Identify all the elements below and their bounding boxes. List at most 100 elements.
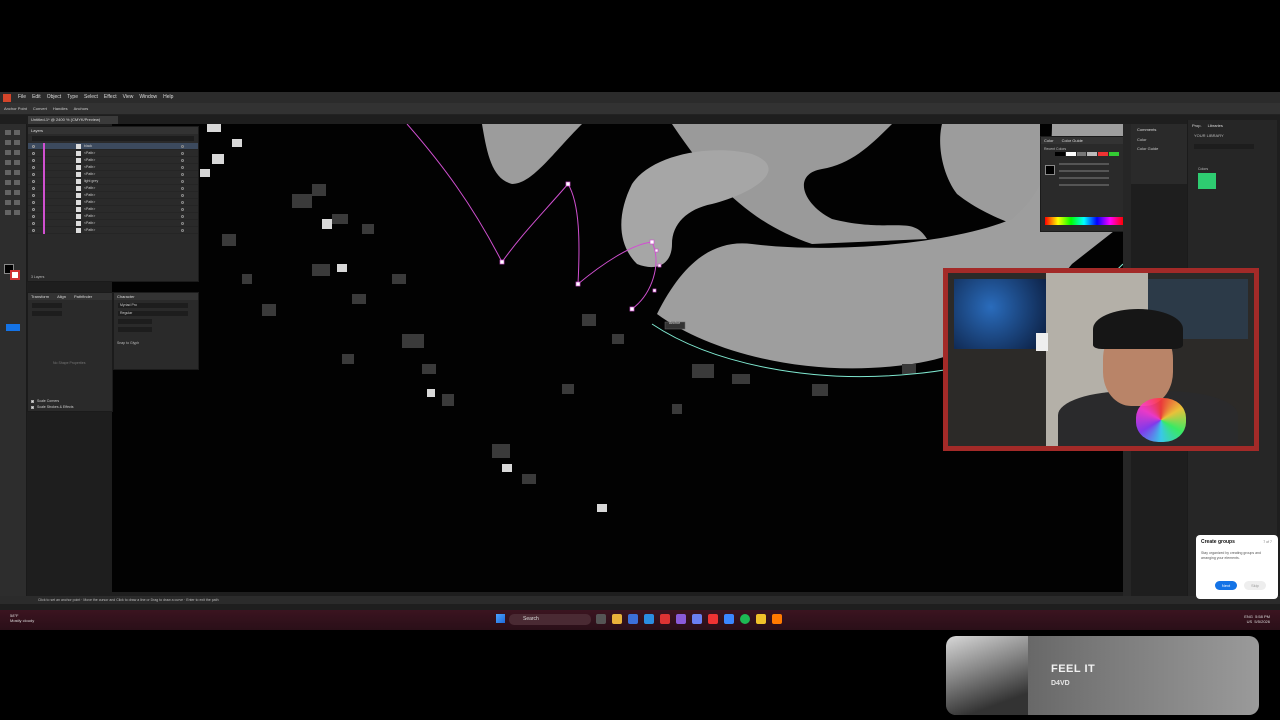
spotify-icon[interactable] — [740, 614, 750, 624]
menu-effect[interactable]: Effect — [101, 92, 120, 103]
layer-row[interactable]: <Path> — [28, 164, 198, 171]
font-style-field[interactable]: Regular — [118, 311, 188, 316]
next-button[interactable]: Next — [1215, 581, 1237, 590]
menu-edit[interactable]: Edit — [29, 92, 44, 103]
zoom-tool-icon[interactable] — [14, 210, 20, 215]
layer-row[interactable]: <Path> — [28, 192, 198, 199]
visibility-eye-icon[interactable] — [32, 229, 35, 232]
visibility-eye-icon[interactable] — [32, 201, 35, 204]
hand-tool-icon[interactable] — [5, 210, 11, 215]
shape-builder-tool-icon[interactable] — [14, 190, 20, 195]
m-slider[interactable] — [1059, 170, 1109, 172]
windows-start-icon[interactable] — [496, 614, 505, 623]
visibility-eye-icon[interactable] — [32, 145, 35, 148]
visibility-eye-icon[interactable] — [32, 222, 35, 225]
layer-row[interactable]: <Path> — [28, 150, 198, 157]
library-search-input[interactable] — [1194, 144, 1254, 149]
menu-file[interactable]: File — [15, 92, 29, 103]
tab-libraries[interactable]: Libraries — [1208, 123, 1223, 128]
screen-mode-icon[interactable] — [6, 324, 20, 331]
visibility-eye-icon[interactable] — [32, 208, 35, 211]
target-icon[interactable] — [181, 166, 184, 169]
library-color-swatch[interactable] — [1198, 173, 1216, 189]
edge-icon[interactable] — [644, 614, 654, 624]
target-icon[interactable] — [181, 159, 184, 162]
file-explorer-icon[interactable] — [612, 614, 622, 624]
layer-row[interactable]: <Path> — [28, 206, 198, 213]
color-fill-swatch[interactable] — [1045, 165, 1055, 175]
target-icon[interactable] — [181, 187, 184, 190]
layers-search-input[interactable] — [32, 136, 194, 141]
y-slider[interactable] — [1059, 177, 1109, 179]
taskbar-search[interactable]: Search — [509, 614, 591, 625]
direct-selection-tool-icon[interactable] — [14, 130, 20, 135]
stroke-swatch[interactable] — [10, 270, 20, 280]
font-size-field[interactable] — [118, 319, 152, 324]
layer-row[interactable]: light grey — [28, 178, 198, 185]
layer-row[interactable]: <Path> — [28, 227, 198, 234]
visibility-eye-icon[interactable] — [32, 173, 35, 176]
tracking-field[interactable] — [118, 327, 152, 332]
menu-help[interactable]: Help — [160, 92, 176, 103]
c-slider[interactable] — [1059, 163, 1109, 165]
menu-select[interactable]: Select — [81, 92, 101, 103]
target-icon[interactable] — [181, 222, 184, 225]
visibility-eye-icon[interactable] — [32, 187, 35, 190]
layer-row[interactable]: <Path> — [28, 213, 198, 220]
menu-view[interactable]: View — [120, 92, 137, 103]
document-tab[interactable]: Untitled-1* @ 2400 % (CMYK/Preview) — [28, 116, 118, 124]
tab-properties[interactable]: Prop. — [1192, 123, 1202, 128]
visibility-eye-icon[interactable] — [32, 166, 35, 169]
layer-row[interactable]: black — [28, 143, 198, 150]
target-icon[interactable] — [181, 229, 184, 232]
rectangle-tool-icon[interactable] — [5, 160, 11, 165]
chrome-icon[interactable] — [756, 614, 766, 624]
tab-color[interactable]: Color — [1044, 137, 1054, 144]
width-tool-icon[interactable] — [5, 190, 11, 195]
pen-tool-icon[interactable] — [5, 140, 11, 145]
menu-type[interactable]: Type — [64, 92, 81, 103]
x-field[interactable] — [32, 303, 62, 308]
scale-tool-icon[interactable] — [14, 180, 20, 185]
pencil-tool-icon[interactable] — [5, 170, 11, 175]
clock[interactable]: ENG 5:58 PM US 5/5/2026 — [1244, 614, 1270, 624]
opera-icon[interactable] — [660, 614, 670, 624]
rotate-tool-icon[interactable] — [5, 180, 11, 185]
visibility-eye-icon[interactable] — [32, 159, 35, 162]
layer-row[interactable]: <Path> — [28, 171, 198, 178]
type-tool-icon[interactable] — [5, 150, 11, 155]
app2-icon[interactable] — [724, 614, 734, 624]
visibility-eye-icon[interactable] — [32, 152, 35, 155]
target-icon[interactable] — [181, 145, 184, 148]
color-guide-item[interactable]: Color Guide — [1131, 144, 1187, 153]
discord-icon[interactable] — [692, 614, 702, 624]
gradient-tool-icon[interactable] — [5, 200, 11, 205]
target-icon[interactable] — [181, 201, 184, 204]
target-icon[interactable] — [181, 215, 184, 218]
illustrator-taskbar-icon[interactable] — [772, 614, 782, 624]
font-family-field[interactable]: Myriad Pro — [118, 303, 188, 308]
tab-align[interactable]: Align — [57, 293, 66, 300]
selection-tool-icon[interactable] — [5, 130, 11, 135]
target-icon[interactable] — [181, 208, 184, 211]
line-tool-icon[interactable] — [14, 150, 20, 155]
layer-row[interactable]: <Path> — [28, 220, 198, 227]
weather-widget[interactable]: 58°F Mostly cloudy — [10, 613, 34, 623]
app-icon[interactable] — [676, 614, 686, 624]
menu-window[interactable]: Window — [136, 92, 160, 103]
recent-swatches[interactable] — [1055, 152, 1119, 156]
k-slider[interactable] — [1059, 184, 1109, 186]
color-spectrum[interactable] — [1045, 217, 1123, 225]
control-handles[interactable]: Handles — [53, 103, 68, 115]
layer-row[interactable]: <Path> — [28, 199, 198, 206]
target-icon[interactable] — [181, 180, 184, 183]
task-view-icon[interactable] — [596, 614, 606, 624]
scale-strokes-option[interactable]: Scale Strokes & Effects — [28, 404, 112, 410]
comments-item[interactable]: Comments — [1131, 124, 1187, 135]
visibility-eye-icon[interactable] — [32, 194, 35, 197]
menu-object[interactable]: Object — [44, 92, 64, 103]
store-icon[interactable] — [628, 614, 638, 624]
eraser-tool-icon[interactable] — [14, 170, 20, 175]
obs-icon[interactable] — [708, 614, 718, 624]
y-field[interactable] — [32, 311, 62, 316]
